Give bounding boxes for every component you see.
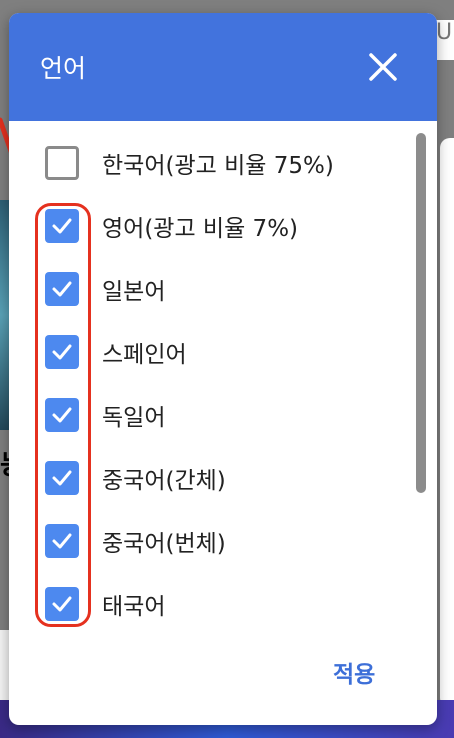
language-label: 태국어	[102, 594, 166, 620]
close-icon	[369, 53, 397, 81]
background-header-fragment: U	[436, 20, 454, 60]
apply-button[interactable]: 적용	[333, 655, 375, 689]
annotation-highlight-box	[35, 203, 91, 627]
language-label: 한국어(광고 비율 75%)	[102, 153, 334, 179]
background-card	[440, 138, 454, 708]
language-label: 중국어(간체)	[102, 468, 226, 494]
language-dialog: 언어 한국어(광고 비율 75%) 영어(광고 비율 7%) 일본어스페인어독일어중…	[9, 13, 437, 725]
language-label: 일본어	[102, 279, 166, 305]
checkbox-unchecked[interactable]	[45, 146, 79, 180]
close-button[interactable]	[365, 49, 401, 85]
language-option[interactable]: 한국어(광고 비율 75%)	[45, 143, 334, 183]
language-label: 중국어(번체)	[102, 531, 226, 557]
scrollbar-thumb[interactable]	[416, 133, 426, 493]
language-label: 스페인어	[102, 342, 187, 368]
language-label: 영어(광고 비율 7%)	[102, 216, 299, 242]
language-label: 독일어	[102, 405, 166, 431]
dialog-title: 언어	[40, 54, 87, 83]
dialog-header: 언어	[9, 13, 437, 121]
